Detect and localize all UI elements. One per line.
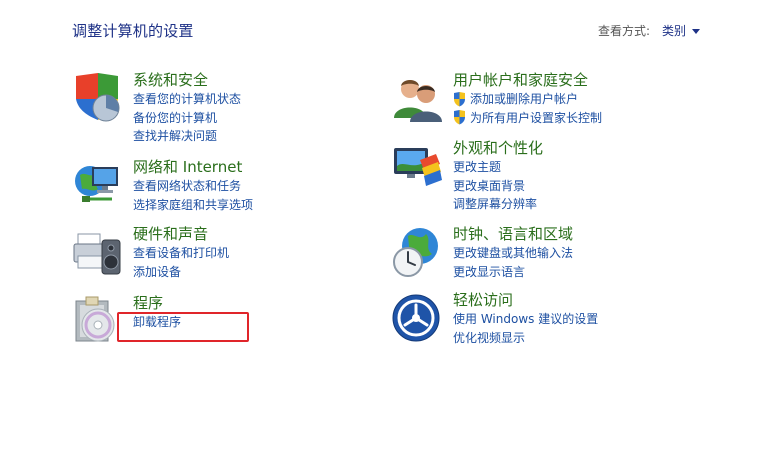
view-by-label: 查看方式:	[597, 24, 650, 38]
category-title[interactable]: 系统和安全	[133, 70, 241, 90]
link-network-status[interactable]: 查看网络状态和任务	[133, 177, 253, 196]
link-homegroup-sharing[interactable]: 选择家庭组和共享选项	[133, 196, 253, 215]
uac-shield-icon	[454, 91, 465, 107]
link-screen-resolution[interactable]: 调整屏幕分辨率	[453, 195, 543, 214]
control-panel-page: 调整计算机的设置 查看方式: 类别 系统和安全 查看您的计算机状态 备份您的计算…	[0, 0, 784, 464]
link-recommended-settings[interactable]: 使用 Windows 建议的设置	[453, 310, 598, 329]
view-by-dropdown[interactable]: 类别	[662, 22, 700, 39]
ease-of-access-icon	[392, 294, 440, 342]
shield-pie-icon	[76, 73, 120, 122]
category-title[interactable]: 轻松访问	[453, 290, 598, 310]
link-desktop-background[interactable]: 更改桌面背景	[453, 177, 543, 196]
monitor-palette-icon	[394, 148, 442, 186]
link-change-keyboard[interactable]: 更改键盘或其他输入法	[453, 244, 573, 263]
link-display-language[interactable]: 更改显示语言	[453, 263, 573, 282]
view-by: 查看方式: 类别	[598, 22, 700, 39]
link-optimize-visual[interactable]: 优化视频显示	[453, 329, 598, 348]
link-parental-controls[interactable]: 为所有用户设置家长控制	[453, 109, 602, 128]
printer-speaker-icon	[73, 233, 121, 275]
category-title[interactable]: 时钟、语言和区域	[453, 224, 573, 244]
users-icon	[394, 80, 442, 122]
view-by-value: 类别	[661, 24, 686, 38]
link-label: 添加或删除用户帐户	[470, 92, 579, 106]
link-view-computer-status[interactable]: 查看您的计算机状态	[133, 90, 241, 109]
page-title: 调整计算机的设置	[72, 22, 194, 40]
category-title[interactable]: 程序	[133, 293, 181, 313]
link-label: 为所有用户设置家长控制	[470, 110, 603, 125]
chevron-down-icon	[692, 28, 700, 34]
globe-network-icon	[75, 166, 118, 202]
category-title[interactable]: 外观和个性化	[453, 138, 543, 158]
link-troubleshoot[interactable]: 查找并解决问题	[133, 127, 241, 146]
uac-shield-icon	[454, 110, 465, 125]
link-change-theme[interactable]: 更改主题	[453, 158, 543, 177]
category-title[interactable]: 用户帐户和家庭安全	[453, 70, 602, 90]
category-title[interactable]: 网络和 Internet	[133, 157, 253, 177]
link-add-device[interactable]: 添加设备	[133, 263, 229, 282]
link-add-remove-accounts[interactable]: 添加或删除用户帐户	[453, 90, 602, 109]
category-title[interactable]: 硬件和声音	[133, 224, 229, 244]
globe-clock-icon	[393, 228, 438, 277]
highlight-box	[117, 312, 249, 342]
link-backup-computer[interactable]: 备份您的计算机	[133, 109, 241, 128]
link-devices-printers[interactable]: 查看设备和打印机	[133, 244, 229, 263]
